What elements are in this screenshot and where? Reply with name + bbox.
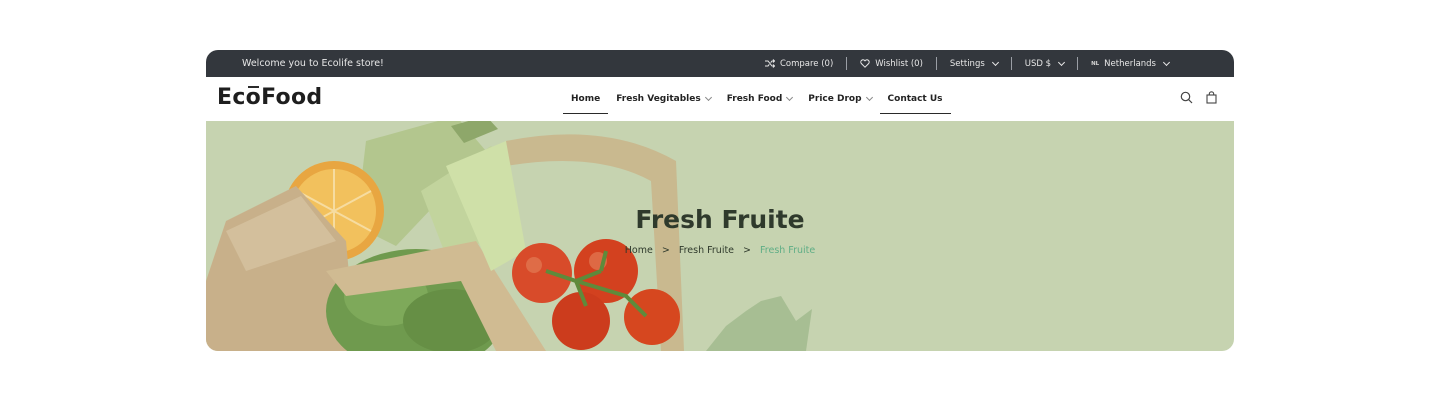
compare-link[interactable]: Compare (0) bbox=[752, 50, 846, 77]
search-icon[interactable] bbox=[1180, 91, 1193, 104]
logo[interactable]: EcoFood bbox=[217, 85, 322, 110]
page-frame: Welcome you to Ecolife store! Compare (0… bbox=[206, 50, 1234, 351]
top-bar-links: Compare (0) Wishlist (0) Settings USD $ bbox=[752, 50, 1182, 77]
breadcrumb-home[interactable]: Home bbox=[625, 245, 653, 256]
chevron-down-icon bbox=[1162, 58, 1171, 66]
chevron-down-icon bbox=[786, 93, 794, 102]
chevron-down-icon bbox=[991, 58, 999, 66]
chevron-down-icon bbox=[1058, 58, 1066, 66]
flag-icon: NL bbox=[1091, 60, 1100, 67]
shuffle-icon bbox=[764, 59, 775, 68]
breadcrumb-parent[interactable]: Fresh Fruite bbox=[679, 245, 734, 256]
currency-dropdown[interactable]: USD $ bbox=[1012, 50, 1077, 77]
wishlist-link[interactable]: Wishlist (0) bbox=[847, 50, 936, 77]
nav-fresh-food-label: Fresh Food bbox=[726, 94, 783, 104]
nav-home[interactable]: Home bbox=[563, 77, 609, 121]
main-header: EcoFood Home Fresh Vegitables Fresh Food… bbox=[206, 77, 1234, 121]
banner-produce-image bbox=[206, 121, 812, 351]
welcome-text: Welcome you to Ecolife store! bbox=[242, 58, 384, 69]
main-nav: Home Fresh Vegitables Fresh Food Price D… bbox=[563, 77, 951, 121]
bag-icon[interactable] bbox=[1205, 91, 1218, 104]
settings-label: Settings bbox=[949, 58, 985, 69]
nav-contact[interactable]: Contact Us bbox=[879, 77, 951, 121]
nav-fresh-vegetables-label: Fresh Vegitables bbox=[616, 94, 701, 104]
chevron-down-icon bbox=[865, 93, 873, 102]
currency-label: USD $ bbox=[1024, 58, 1052, 69]
breadcrumb: Home > Fresh Fruite > Fresh Fruite bbox=[206, 245, 1234, 256]
page-title: Fresh Fruite bbox=[635, 205, 805, 234]
top-bar: Welcome you to Ecolife store! Compare (0… bbox=[206, 50, 1234, 77]
breadcrumb-current: Fresh Fruite bbox=[760, 245, 816, 256]
logo-text-o: o bbox=[245, 85, 262, 110]
header-icons bbox=[1180, 91, 1218, 104]
language-label: Netherlands bbox=[1104, 58, 1156, 69]
logo-text-end: Food bbox=[261, 85, 323, 110]
nav-fresh-food[interactable]: Fresh Food bbox=[719, 77, 801, 121]
chevron-down-icon bbox=[704, 93, 712, 102]
page-banner: Fresh Fruite Home > Fresh Fruite > Fresh… bbox=[206, 121, 1234, 351]
nav-fresh-vegetables[interactable]: Fresh Vegitables bbox=[608, 77, 718, 121]
breadcrumb-separator: > bbox=[661, 245, 670, 256]
wishlist-label: Wishlist (0) bbox=[875, 58, 923, 69]
settings-dropdown[interactable]: Settings bbox=[937, 50, 1011, 77]
compare-label: Compare (0) bbox=[779, 58, 834, 69]
heart-icon bbox=[860, 59, 870, 68]
nav-price-drop-label: Price Drop bbox=[808, 94, 862, 104]
nav-price-drop[interactable]: Price Drop bbox=[800, 77, 879, 121]
nav-home-label: Home bbox=[571, 94, 601, 104]
nav-contact-label: Contact Us bbox=[887, 94, 943, 104]
logo-text-start: Ec bbox=[217, 85, 246, 110]
breadcrumb-separator: > bbox=[743, 245, 751, 256]
language-dropdown[interactable]: NL Netherlands bbox=[1078, 50, 1182, 77]
